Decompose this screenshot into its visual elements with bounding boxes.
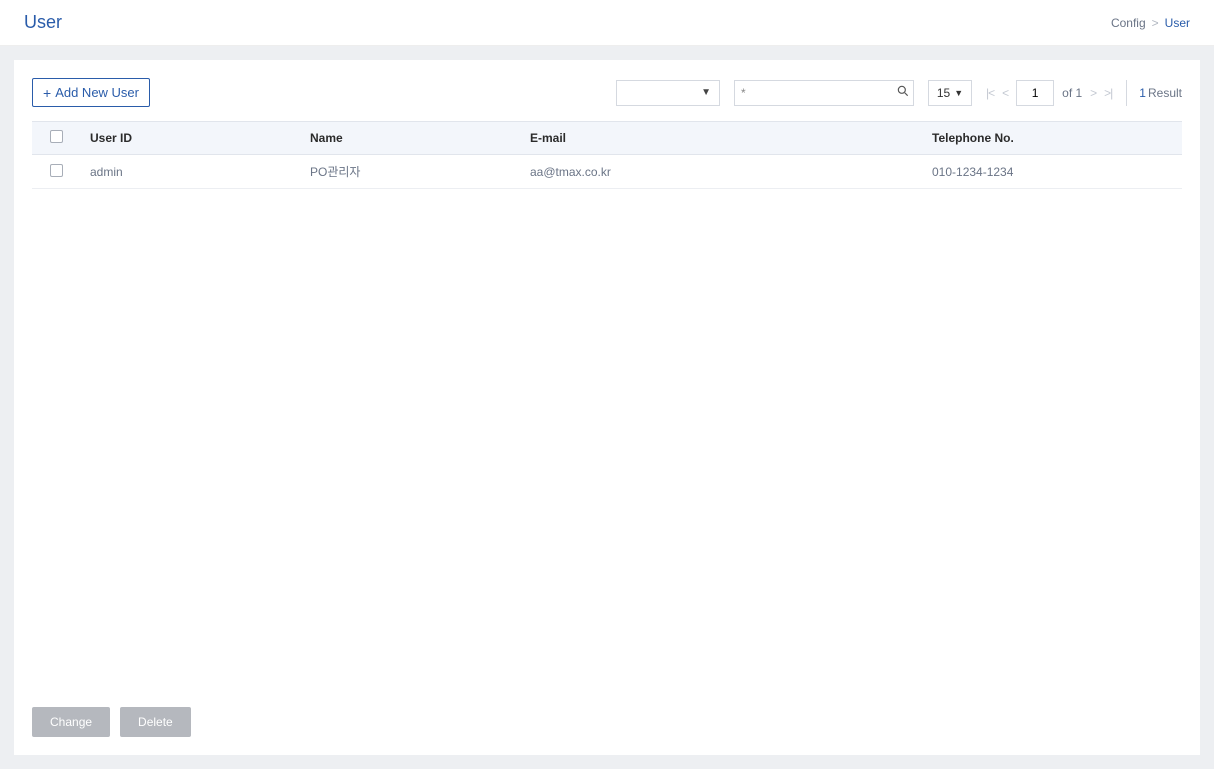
select-all-checkbox[interactable] xyxy=(50,130,63,143)
next-page-button[interactable]: > xyxy=(1090,86,1096,100)
filter-select[interactable]: ▼ xyxy=(616,80,720,106)
result-count-number: 1 xyxy=(1139,86,1146,100)
main-panel: + Add New User ▼ 15 ▼ xyxy=(14,60,1200,755)
caret-down-icon: ▼ xyxy=(701,87,711,98)
pager: |< < of 1 > >| xyxy=(986,80,1112,106)
table-row[interactable]: admin PO관리자 aa@tmax.co.kr 010-1234-1234 xyxy=(32,155,1182,189)
col-telephone: Telephone No. xyxy=(922,122,1182,155)
cell-email: aa@tmax.co.kr xyxy=(520,155,922,189)
first-page-button[interactable]: |< xyxy=(986,86,994,100)
prev-page-button[interactable]: < xyxy=(1002,86,1008,100)
add-new-user-label: Add New User xyxy=(55,85,139,100)
user-table: User ID Name E-mail Telephone No. admin … xyxy=(32,121,1182,189)
cell-telephone: 010-1234-1234 xyxy=(922,155,1182,189)
search-input[interactable] xyxy=(741,86,896,100)
last-page-button[interactable]: >| xyxy=(1104,86,1112,100)
col-email: E-mail xyxy=(520,122,922,155)
page-input[interactable] xyxy=(1016,80,1054,106)
caret-down-icon: ▼ xyxy=(954,88,963,98)
cell-name: PO관리자 xyxy=(300,155,520,189)
page-size-value: 15 xyxy=(937,86,950,100)
page-title: User xyxy=(24,12,62,33)
result-count-label: Result xyxy=(1148,86,1182,100)
breadcrumb-current: User xyxy=(1165,16,1190,30)
chevron-right-icon: > xyxy=(1152,16,1159,30)
delete-button[interactable]: Delete xyxy=(120,707,191,737)
col-name: Name xyxy=(300,122,520,155)
add-new-user-button[interactable]: + Add New User xyxy=(32,78,150,107)
result-count: 1 Result xyxy=(1126,80,1182,106)
change-button[interactable]: Change xyxy=(32,707,110,737)
col-user-id: User ID xyxy=(80,122,300,155)
search-icon[interactable] xyxy=(896,84,910,101)
search-box xyxy=(734,80,914,106)
breadcrumb-parent[interactable]: Config xyxy=(1111,16,1146,30)
row-checkbox[interactable] xyxy=(50,164,63,177)
page-of-label: of 1 xyxy=(1062,86,1082,100)
plus-icon: + xyxy=(43,86,51,100)
page-size-select[interactable]: 15 ▼ xyxy=(928,80,972,106)
breadcrumb: Config > User xyxy=(1111,16,1190,30)
cell-user-id: admin xyxy=(80,155,300,189)
